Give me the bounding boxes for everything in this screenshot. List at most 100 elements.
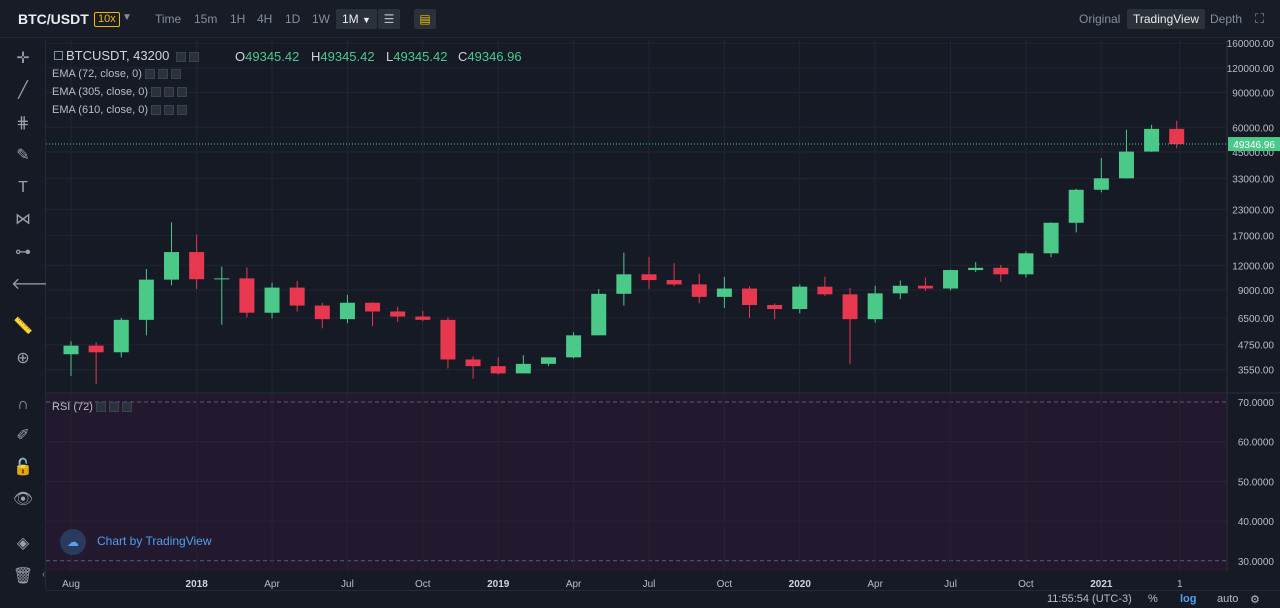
indicator-ema-72[interactable]: EMA (72, close, 0) — [52, 68, 181, 80]
pencil-lock-icon[interactable]: ✐ — [11, 425, 35, 447]
chart-area[interactable]: 160000.00 120000.00 90000.00 60000.00 45000.… — [46, 39, 1280, 608]
gear-icon[interactable] — [164, 105, 174, 116]
collapse-legend-icon[interactable] — [54, 51, 63, 60]
rsi-tick-label: 70.0000 — [1238, 398, 1275, 409]
interval-1h[interactable]: 1H — [230, 12, 245, 26]
gear-icon[interactable] — [108, 402, 119, 413]
candle-body — [289, 287, 305, 306]
price-tick-label: 120000.00 — [1227, 64, 1275, 75]
eye-icon[interactable] — [175, 51, 186, 62]
gear-icon[interactable] — [157, 69, 168, 80]
price-tick-label: 60000.00 — [1232, 123, 1274, 134]
magnet-icon[interactable]: ∩ — [11, 394, 35, 416]
indicator-rsi[interactable]: RSI (72) — [52, 401, 132, 413]
percent-scale-button[interactable]: % — [1148, 593, 1158, 605]
candle-body — [666, 280, 682, 285]
view-original[interactable]: Original — [1079, 12, 1120, 26]
interval-1w[interactable]: 1W — [312, 12, 330, 26]
main-pane-bg — [46, 39, 1227, 392]
candle-body — [591, 293, 607, 336]
candle-body — [742, 288, 758, 306]
interval-1d[interactable]: 1D — [285, 12, 300, 26]
tradingview-logo-icon: ☁ — [60, 529, 86, 555]
candle-body — [63, 345, 79, 355]
price-tick-label: 12000.00 — [1232, 261, 1274, 272]
price-tick-label: 6500.00 — [1238, 314, 1275, 325]
pair-selector[interactable]: BTC/USDT — [18, 11, 89, 27]
indicator-label: EMA (305, close, 0) — [52, 86, 148, 98]
close-icon[interactable] — [170, 69, 181, 80]
lock-icon[interactable]: 🔓 — [11, 457, 35, 479]
trend-line-icon[interactable]: ╱ — [11, 80, 35, 102]
close-icon[interactable] — [177, 105, 187, 116]
time-tick-label: Oct — [415, 579, 431, 590]
price-tick-label: 90000.00 — [1232, 89, 1274, 100]
view-tradingview[interactable]: TradingView — [1127, 9, 1206, 29]
interval-15m[interactable]: 15m — [194, 12, 217, 26]
eye-icon[interactable] — [151, 87, 161, 98]
candle-body — [390, 311, 406, 317]
eye-icon[interactable]: 👁 — [11, 489, 35, 511]
indicators-settings-icon[interactable]: ☰ — [378, 9, 400, 29]
candle-body — [239, 278, 255, 313]
candle-body — [968, 267, 984, 271]
price-tick-label: 23000.00 — [1232, 206, 1274, 217]
close-icon[interactable] — [177, 87, 187, 98]
interval-1m-label: 1M — [342, 12, 359, 26]
gear-icon[interactable]: ⚙ — [1250, 593, 1260, 606]
price-tick-label: 4750.00 — [1238, 341, 1275, 352]
close-icon[interactable] — [121, 402, 132, 413]
ruler-icon[interactable]: 📏 — [11, 316, 35, 338]
indicator-ema-305[interactable]: EMA (305, close, 0) — [52, 86, 187, 98]
time-tick-label: Apr — [566, 579, 582, 590]
chevron-down-icon: ▼ — [362, 15, 371, 25]
series-legend: BTCUSDT, 43200 — [54, 48, 199, 63]
leverage-badge[interactable]: 10x — [94, 12, 120, 27]
pitchfork-icon[interactable]: ⋕ — [11, 113, 35, 135]
arrow-left-icon[interactable]: 🡐 — [11, 274, 54, 296]
trash-icon[interactable]: 🗑 — [11, 566, 35, 588]
interval-time[interactable]: Time — [155, 12, 181, 26]
interval-1m[interactable]: 1M ▼ — [336, 9, 377, 29]
candle-body — [88, 345, 104, 353]
candlestick-chart[interactable]: 160000.00120000.0090000.0060000.0045000.… — [46, 39, 1280, 608]
interval-4h[interactable]: 4H — [257, 12, 272, 26]
gear-icon[interactable] — [188, 51, 199, 62]
pattern-icon[interactable]: ⋈ — [11, 209, 35, 231]
candle-body — [440, 319, 456, 360]
fullscreen-icon[interactable]: ⛶ — [1255, 11, 1264, 27]
time-tick-label: Jul — [643, 579, 656, 590]
price-tick-label: 9000.00 — [1238, 286, 1275, 297]
candle-body — [314, 305, 330, 320]
candle-body — [138, 279, 154, 320]
ohlc-open-value: 49345.42 — [245, 49, 300, 64]
layers-icon[interactable]: ◈ — [11, 533, 35, 555]
crosshair-icon[interactable]: ✛ — [11, 48, 35, 70]
ohlc-high: H49345.42 — [311, 49, 375, 64]
auto-scale-button[interactable]: auto — [1217, 593, 1238, 605]
gear-icon[interactable] — [164, 87, 174, 98]
time-tick-label: Apr — [867, 579, 883, 590]
indicator-ema-610[interactable]: EMA (610, close, 0) — [52, 104, 187, 116]
indicator-list-icon[interactable]: ▤ — [414, 9, 436, 29]
eye-icon[interactable] — [95, 402, 106, 413]
brush-icon[interactable]: ✎ — [11, 145, 35, 167]
candle-body — [817, 286, 833, 295]
chevron-down-icon[interactable]: ▼ — [122, 12, 132, 23]
candle-body — [490, 366, 506, 374]
candle-body — [1043, 222, 1059, 254]
symbol-label: BTCUSDT, 43200 — [66, 48, 170, 63]
candle-body — [214, 278, 230, 280]
time-tick-label: 2019 — [487, 579, 510, 590]
text-tool-icon[interactable]: T — [11, 177, 35, 199]
ohlc-high-key: H — [311, 49, 321, 64]
candle-body — [842, 294, 858, 320]
log-scale-button[interactable]: log — [1180, 593, 1197, 605]
eye-icon[interactable] — [151, 105, 161, 116]
zoom-in-icon[interactable]: ⊕ — [11, 348, 35, 370]
candle-body — [415, 316, 431, 320]
prediction-icon[interactable]: ⊶ — [11, 242, 35, 264]
view-depth[interactable]: Depth — [1210, 12, 1242, 26]
eye-icon[interactable] — [144, 69, 155, 80]
candle-body — [515, 363, 531, 374]
